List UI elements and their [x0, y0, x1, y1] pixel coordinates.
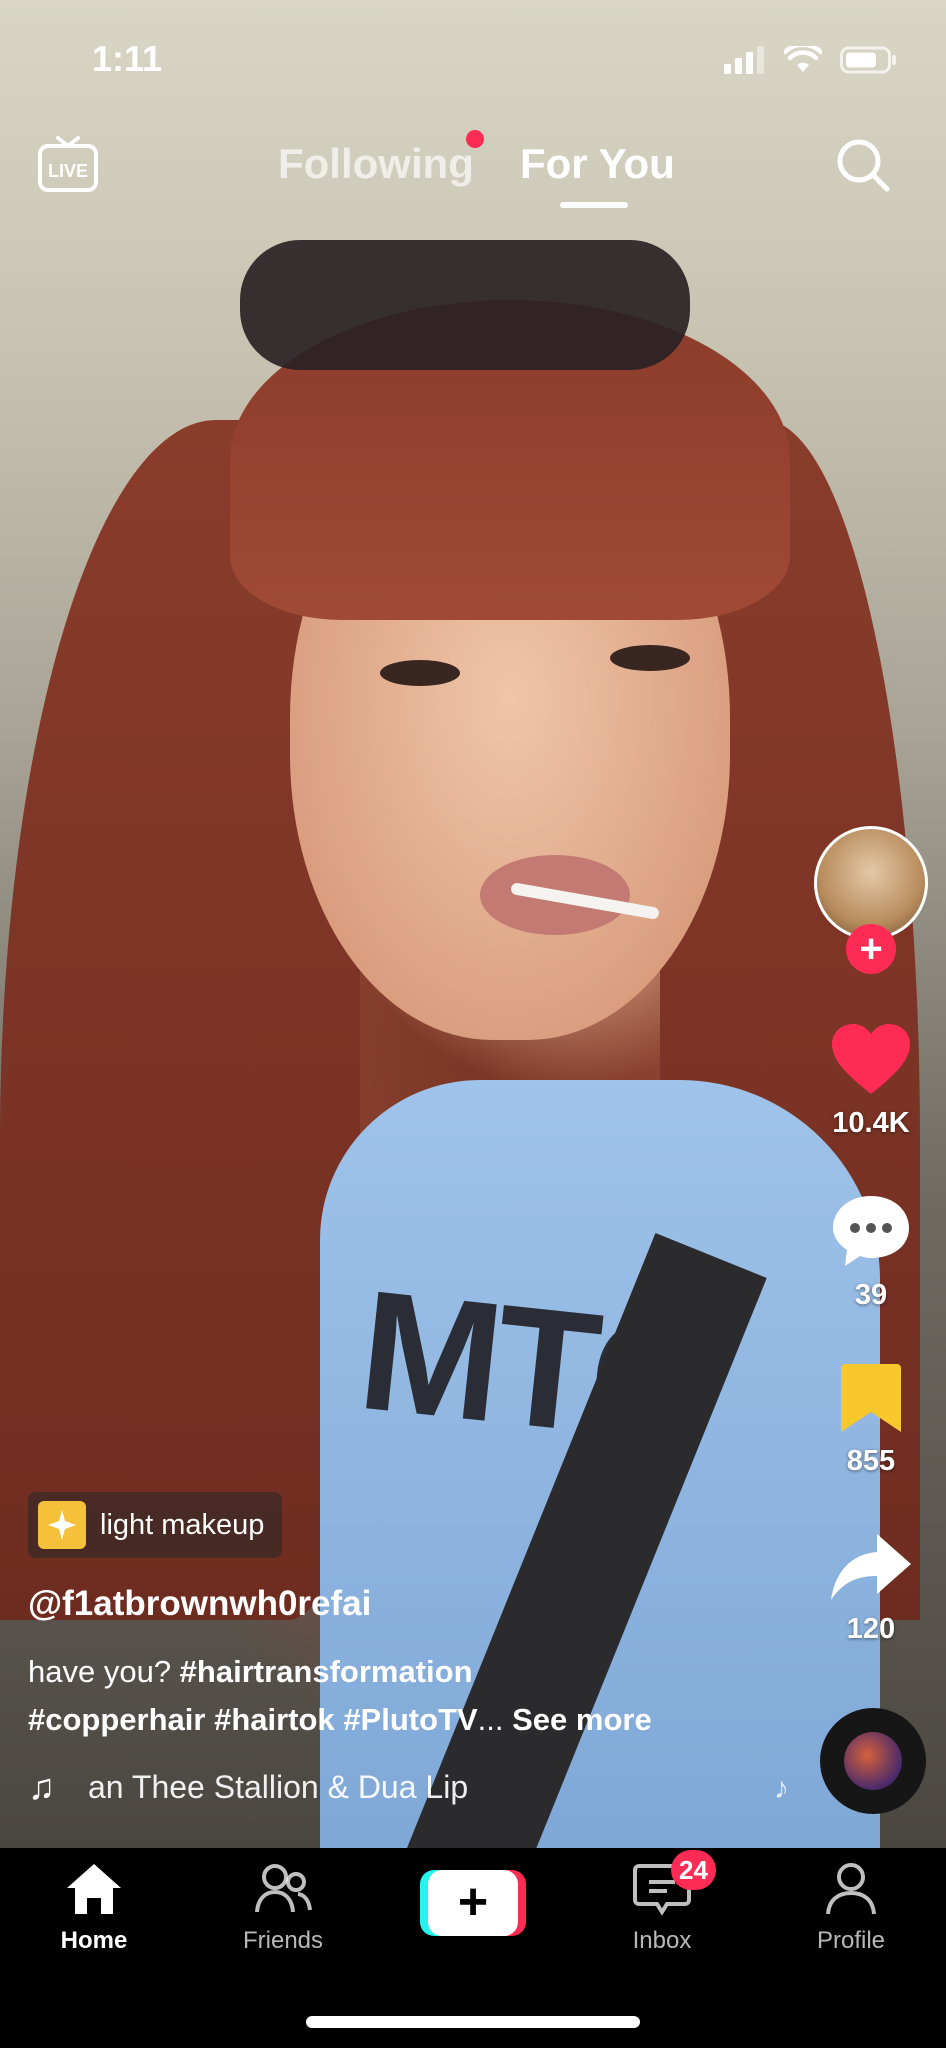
bookmark-icon [841, 1364, 901, 1432]
following-notification-dot [466, 130, 484, 148]
tab-home-label: Home [60, 1927, 128, 1954]
effect-sparkle-icon [38, 1501, 86, 1549]
tab-for-you[interactable]: For You [520, 140, 675, 188]
post-description: have you? #hairtransformation #copperhai… [28, 1648, 748, 1744]
effect-chip[interactable]: light makeup [28, 1492, 283, 1558]
heart-icon [832, 1024, 910, 1094]
home-indicator[interactable] [306, 2016, 640, 2028]
music-note-icon: ♫ [28, 1766, 55, 1807]
tiktok-screen: MTO 1:11 LIVE Following For You + 10.4K … [0, 0, 946, 2048]
video-eye-right [610, 645, 690, 671]
share-count: 120 [846, 1613, 896, 1645]
create-button[interactable]: + [420, 1870, 526, 1936]
hashtag-link[interactable]: #hairtransformation [180, 1654, 473, 1689]
music-row[interactable]: ♫ an Thee Stallion & Dua Lip [28, 1766, 748, 1808]
top-nav: LIVE Following For You [0, 120, 946, 230]
active-tab-indicator [560, 202, 628, 208]
tab-following[interactable]: Following [278, 140, 474, 188]
inbox-badge: 24 [671, 1850, 716, 1890]
friends-icon [255, 1864, 312, 1913]
video-eye-left [380, 660, 460, 686]
floating-note-icon: ♪ [774, 1772, 789, 1805]
cellular-signal-icon [724, 46, 764, 74]
comment-count: 39 [854, 1279, 888, 1311]
description-ellipsis: ... [477, 1702, 504, 1737]
status-time: 1:11 [92, 38, 163, 79]
plus-icon: + [428, 1870, 518, 1936]
description-text: have you? [28, 1654, 180, 1689]
effect-label: light makeup [100, 1508, 265, 1541]
creator-avatar[interactable] [814, 826, 928, 940]
save-button[interactable]: 855 [808, 1362, 934, 1478]
comment-button[interactable]: 39 [808, 1194, 934, 1312]
music-track-title: an Thee Stallion & Dua Lip [88, 1768, 469, 1805]
live-button[interactable]: LIVE [36, 132, 100, 196]
save-count: 855 [846, 1445, 896, 1477]
share-button[interactable]: 120 [808, 1532, 934, 1646]
tab-home[interactable]: Home [19, 1862, 169, 1955]
tab-profile[interactable]: Profile [776, 1862, 926, 1955]
comment-bubble-icon [833, 1196, 909, 1266]
search-icon [837, 139, 890, 192]
share-arrow-icon [831, 1534, 911, 1600]
tab-friends[interactable]: Friends [208, 1862, 358, 1955]
like-count: 10.4K [832, 1107, 910, 1139]
battery-icon [840, 46, 896, 74]
see-more-link[interactable]: See more [512, 1702, 652, 1737]
music-disc[interactable] [820, 1708, 926, 1814]
profile-person-icon [826, 1863, 876, 1915]
status-bar: 1:11 [0, 0, 946, 120]
bottom-tab-bar: Home Friends + 24 Inbox Profile [0, 1848, 946, 2048]
status-icons [724, 46, 898, 74]
creator-username[interactable]: @f1atbrownwh0refai [28, 1584, 748, 1624]
live-label: LIVE [48, 161, 88, 181]
hashtag-link[interactable]: #PlutoTV [343, 1702, 477, 1737]
home-icon [67, 1864, 121, 1914]
live-tv-icon: LIVE [38, 136, 98, 192]
tab-friends-label: Friends [242, 1927, 324, 1954]
follow-button[interactable]: + [846, 924, 896, 974]
tab-profile-label: Profile [816, 1927, 886, 1954]
video-sunglasses [240, 240, 690, 370]
post-caption: light makeup @f1atbrownwh0refai have you… [28, 1492, 748, 1808]
wifi-icon [784, 46, 822, 72]
like-button[interactable]: 10.4K [808, 1022, 934, 1140]
music-disc-cover [844, 1732, 902, 1790]
tab-inbox[interactable]: 24 Inbox [587, 1850, 737, 1955]
hashtag-link[interactable]: #copperhair [28, 1702, 205, 1737]
hashtag-link[interactable]: #hairtok [214, 1702, 335, 1737]
tab-inbox-label: Inbox [632, 1927, 692, 1954]
search-button[interactable] [834, 136, 892, 194]
